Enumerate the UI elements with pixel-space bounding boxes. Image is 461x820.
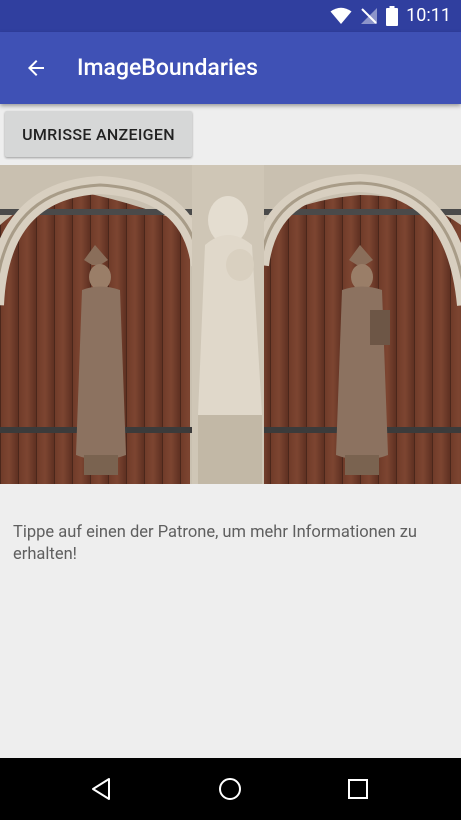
arrow-back-icon (28, 60, 44, 76)
instruction-text: Tippe auf einen der Patrone, um mehr Inf… (13, 523, 418, 564)
church-portal-image[interactable] (0, 165, 461, 484)
show-outlines-button[interactable]: UMRISSE ANZEIGEN (5, 111, 192, 157)
wifi-icon (330, 7, 352, 24)
recents-square-icon (348, 779, 368, 799)
no-signal-icon (361, 8, 378, 24)
app-title: ImageBoundaries (77, 54, 258, 81)
battery-icon (386, 6, 399, 26)
navigation-bar (0, 758, 461, 820)
back-triangle-icon (92, 778, 110, 800)
home-circle-icon (219, 778, 241, 800)
nav-back-button[interactable] (82, 769, 122, 809)
back-button[interactable] (14, 46, 58, 90)
nav-home-button[interactable] (210, 769, 250, 809)
app-bar: ImageBoundaries (0, 32, 461, 104)
status-icons: 10:11 (330, 0, 451, 32)
nav-recents-button[interactable] (338, 769, 378, 809)
status-bar: 10:11 (0, 0, 461, 32)
status-time: 10:11 (406, 5, 451, 26)
